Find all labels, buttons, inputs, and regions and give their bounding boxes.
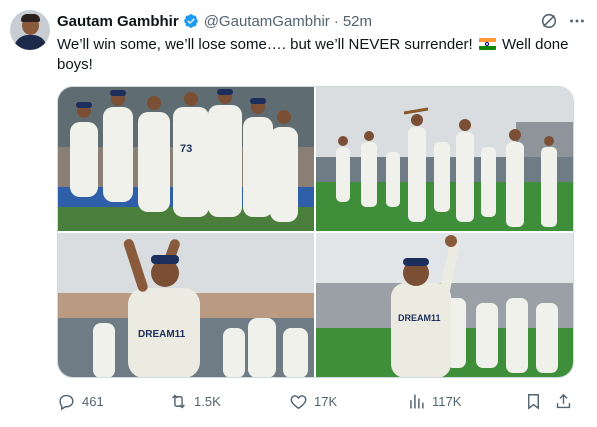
india-flag-icon xyxy=(478,38,496,50)
repost-icon xyxy=(172,394,185,408)
media-photo-4[interactable]: DREAM11 xyxy=(316,233,573,377)
tweet-header: Gautam Gambhir @GautamGambhir · 52m xyxy=(57,11,587,31)
avatar-hair xyxy=(21,14,40,22)
author-name[interactable]: Gautam Gambhir xyxy=(57,13,179,30)
more-icon[interactable] xyxy=(567,11,587,31)
repost-button[interactable]: 1.5K xyxy=(169,388,221,414)
author-handle[interactable]: @GautamGambhir xyxy=(204,13,330,30)
reply-button[interactable]: 461 xyxy=(57,388,104,414)
avatar-torso xyxy=(14,35,47,50)
tweet-text: We’ll win some, we’ll lose some…. but we… xyxy=(57,35,582,75)
like-icon xyxy=(290,394,307,409)
views-button[interactable]: 117K xyxy=(407,388,461,414)
media-grid: 73 DREAM11 DREAM11 xyxy=(57,86,574,378)
verified-badge-icon xyxy=(183,13,199,29)
like-button[interactable]: 17K xyxy=(289,388,337,414)
views-icon xyxy=(410,393,424,409)
view-count: 117K xyxy=(432,393,462,409)
grok-icon[interactable] xyxy=(539,11,559,31)
like-count: 17K xyxy=(314,393,338,409)
share-button[interactable] xyxy=(554,388,573,414)
media-photo-1[interactable]: 73 xyxy=(58,87,314,231)
author-avatar[interactable] xyxy=(10,10,50,50)
repost-count: 1.5K xyxy=(194,393,221,409)
media-photo-2[interactable] xyxy=(316,87,573,231)
jersey-sponsor-text-right: DREAM11 xyxy=(398,313,441,323)
timestamp[interactable]: 52m xyxy=(343,13,372,30)
jersey-number-text: 73 xyxy=(180,143,192,155)
bookmark-button[interactable] xyxy=(524,388,543,414)
tweet-text-part-1: We’ll win some, we’ll lose some…. but we… xyxy=(57,36,473,53)
bookmark-icon xyxy=(528,393,539,410)
header-actions xyxy=(539,11,587,31)
separator-dot: · xyxy=(333,12,339,30)
reply-icon xyxy=(59,394,74,410)
tweet-actions: 461 1.5K 17K 117K xyxy=(57,388,577,414)
reply-count: 461 xyxy=(82,393,104,409)
jersey-sponsor-text-left: DREAM11 xyxy=(138,329,186,340)
media-photo-3[interactable]: DREAM11 xyxy=(58,233,314,377)
share-icon xyxy=(556,393,571,408)
